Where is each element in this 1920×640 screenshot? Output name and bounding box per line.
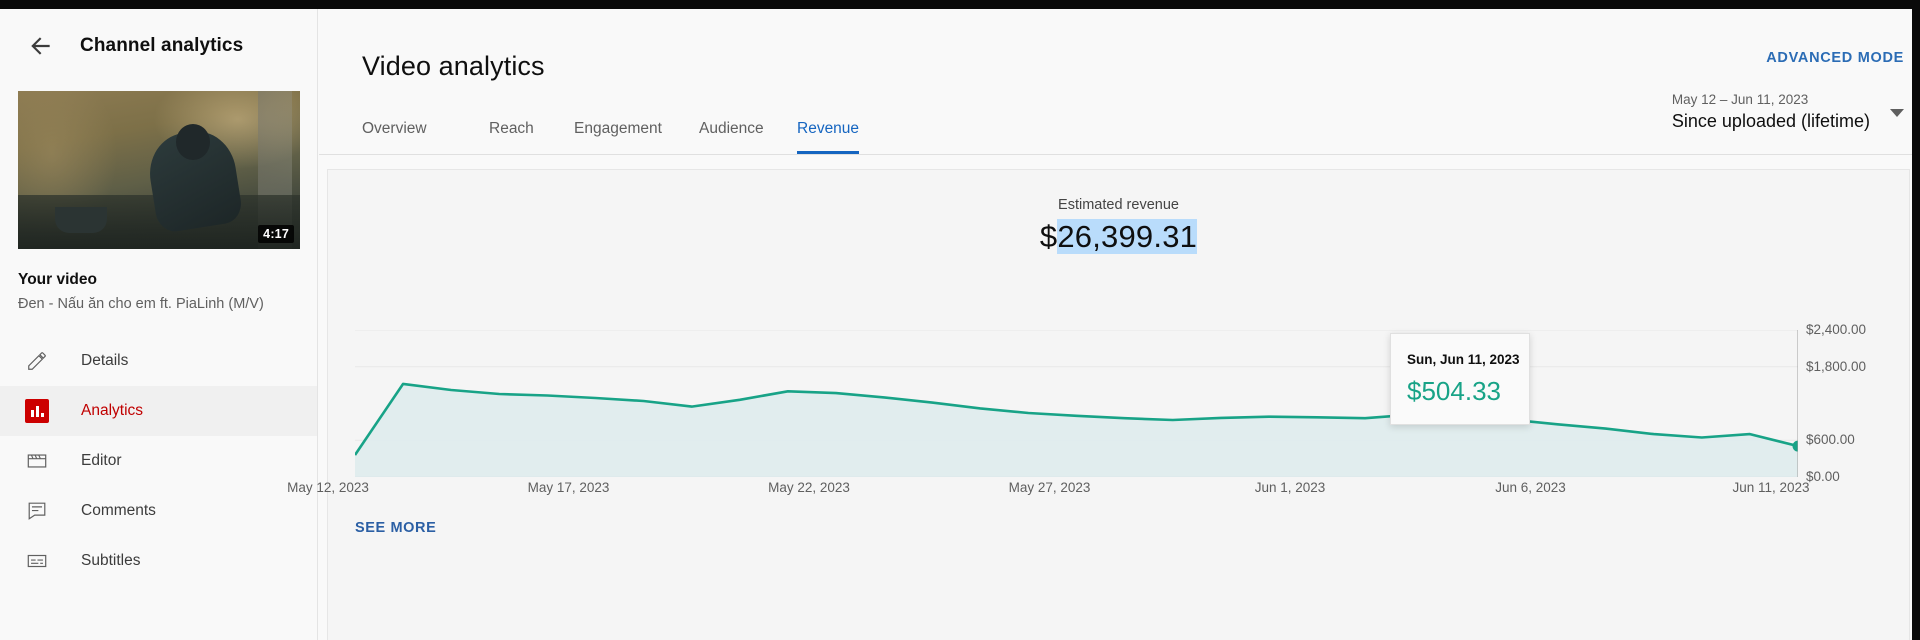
analytics-tabs: Overview Reach Engagement Audience Reven… [319,104,1912,155]
sidebar-item-editor[interactable]: Editor [0,436,317,486]
comment-icon [22,496,52,526]
kpi-label: Estimated revenue [1058,197,1179,213]
revenue-chart-card: Estimated revenue $26,399.31 May 12, 202… [287,169,1910,640]
sidebar-item-label: Editor [81,452,122,469]
sidebar-header: Channel analytics [0,9,317,83]
sidebar-item-analytics[interactable]: Analytics [0,386,317,436]
x-axis-tick: May 17, 2023 [527,480,610,495]
y-axis-tick: $600.00 [1806,432,1855,448]
kpi-value-selected: 26,399.31 [1057,219,1198,254]
chart-svg [355,330,1798,477]
window-right-edge [1912,0,1920,640]
kpi-value: $26,399.31 [328,219,1909,255]
video-title: Đen - Nấu ăn cho em ft. PiaLinh (M/V) [18,296,264,312]
sidebar-title: Channel analytics [80,35,244,56]
subtitles-icon [22,546,52,576]
pencil-icon [22,346,52,376]
y-axis-tick: $2,400.00 [1806,322,1867,337]
thumbnail-cookware [54,207,107,234]
tab-overview[interactable]: Overview [362,103,427,154]
x-axis-tick: Jun 1, 2023 [1254,480,1326,495]
y-axis-tick: $0.00 [1806,469,1840,484]
video-duration-badge: 4:17 [258,225,294,243]
x-axis-tick: Jun 6, 2023 [1495,480,1566,495]
window-top-strip [0,0,1920,9]
tab-reach[interactable]: Reach [489,103,534,154]
y-axis-tick: $1,800.00 [1806,358,1867,374]
youtube-studio-analytics-window: Channel analytics 4:17 Your video Đen - … [0,0,1920,640]
x-axis-tick: Jun 11, 2023 [1732,480,1810,495]
x-axis-tick: May 12, 2023 [287,480,369,495]
chart-tooltip: Sun, Jun 11, 2023 $504.33 [1390,333,1530,425]
tab-label: Revenue [797,119,860,137]
your-video-label: Your video [18,271,97,288]
x-axis-tick: May 27, 2023 [1008,480,1091,495]
page-title: Video analytics [362,51,545,81]
chart-x-axis: May 12, 2023 May 17, 2023 May 22, 2023 May … [287,480,1809,500]
sidebar-item-comments[interactable]: Comments [0,486,317,536]
video-thumbnail[interactable]: 4:17 [18,91,300,249]
tab-label: Audience [699,119,764,137]
sidebar-item-label: Details [81,352,129,369]
tab-label: Engagement [574,119,662,137]
tooltip-date: Sun, Jun 11, 2023 [1407,352,1520,367]
analytics-bars-icon [22,396,52,426]
tab-revenue[interactable]: Revenue [797,103,860,154]
thumbnail-person-head [175,124,210,161]
advanced-mode-button[interactable]: ADVANCED MODE [1766,50,1904,66]
tooltip-value: $504.33 [1407,376,1501,406]
kpi-currency: $ [1039,219,1058,254]
back-arrow-icon[interactable] [18,23,64,69]
sidebar-item-label: Subtitles [81,552,141,569]
sidebar-item-details[interactable]: Details [0,336,317,386]
tab-audience[interactable]: Audience [699,103,764,154]
tab-label: Overview [362,119,427,137]
sidebar-item-label: Comments [81,502,156,519]
sidebar-item-subtitles[interactable]: Subtitles [0,536,317,586]
sidebar: Channel analytics 4:17 Your video Đen - … [0,9,318,640]
clapperboard-icon [22,446,52,476]
main-content: Video analytics ADVANCED MODE May 12 – J… [287,9,1912,640]
x-axis-tick: May 22, 2023 [768,480,850,495]
revenue-area-chart[interactable] [355,330,1798,477]
sidebar-nav: Details Analytics Editor Comments Subtit… [0,336,317,586]
tab-engagement[interactable]: Engagement [574,103,662,154]
see-more-link[interactable]: SEE MORE [355,520,436,536]
tab-label: Reach [489,119,534,137]
sidebar-item-label: Analytics [81,402,144,419]
kpi-block: Estimated revenue $26,399.31 [328,197,1909,255]
